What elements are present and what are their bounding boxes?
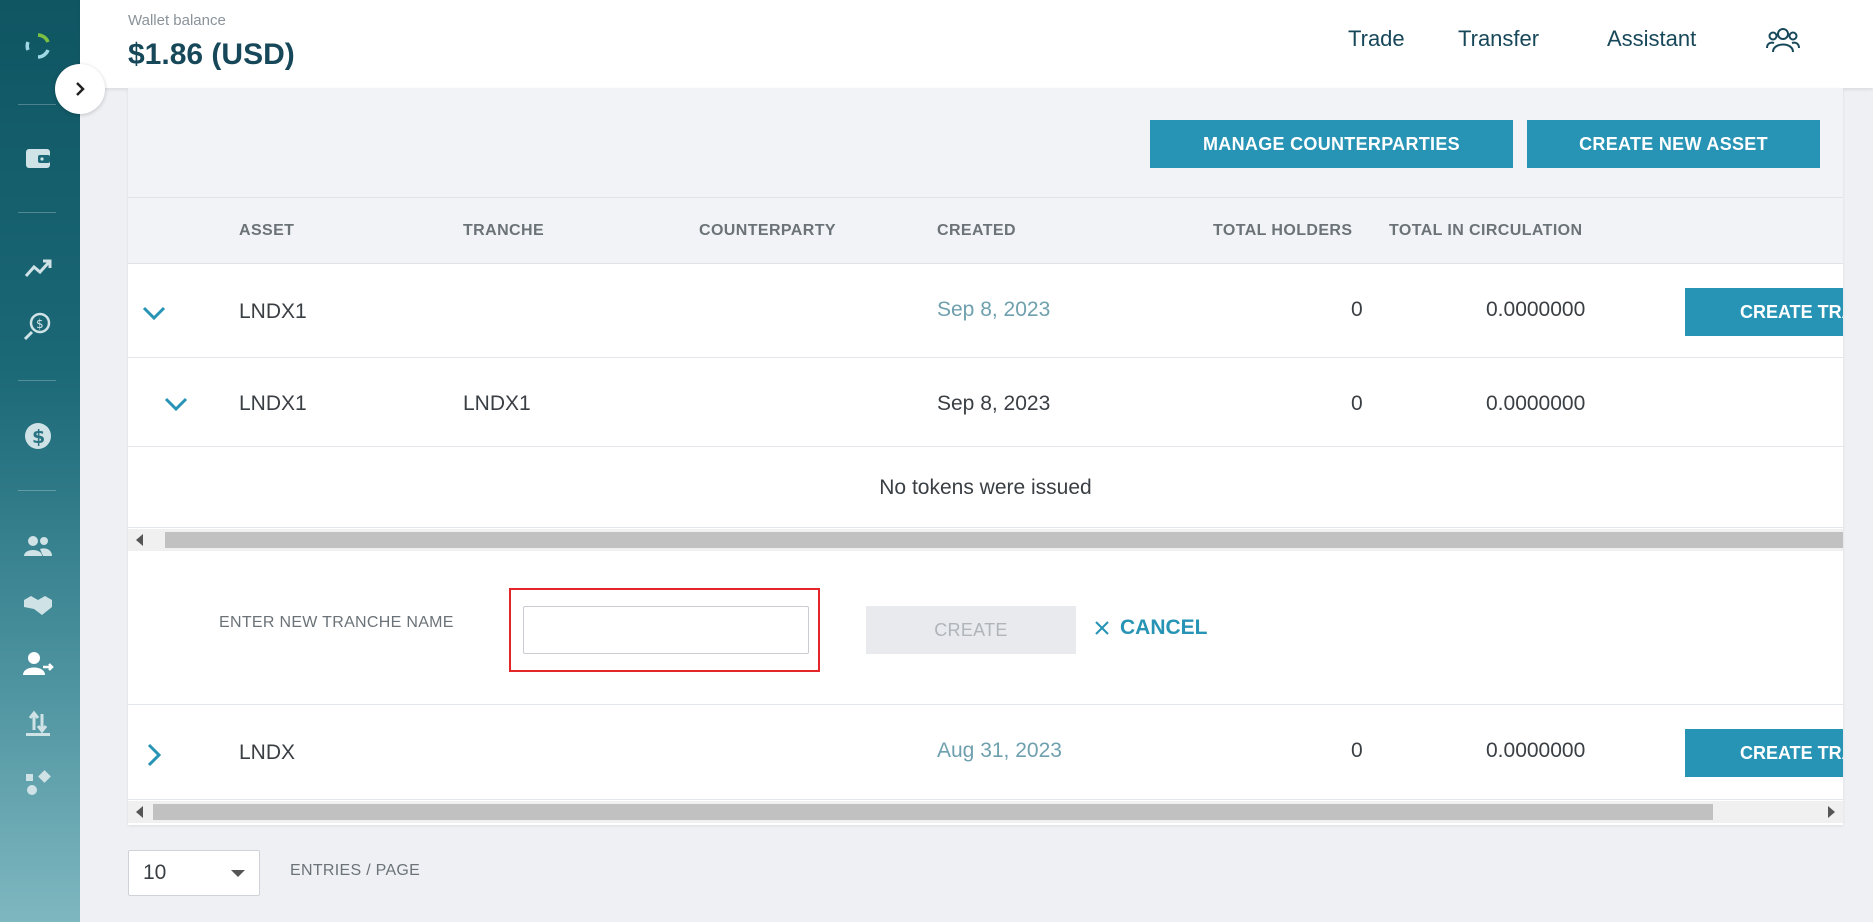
scroll-thumb[interactable] (153, 804, 1713, 820)
asset-name: LNDX1 (239, 300, 307, 323)
sidebar-divider (18, 212, 56, 213)
table-row: LNDX Aug 31, 2023 0 0.0000000 CREATE TRA… (128, 706, 1843, 800)
asset-name: LNDX1 (239, 392, 307, 415)
cancel-button[interactable]: CANCEL (1094, 616, 1208, 640)
tranche-name: LNDX1 (463, 392, 531, 415)
column-counterparty[interactable]: COUNTERPARTY (699, 222, 836, 240)
table-row: LNDX1 LNDX1 Sep 8, 2023 0 0.0000000 (128, 359, 1843, 447)
nav-trade[interactable]: Trade (1348, 26, 1405, 52)
total-in-circulation: 0.0000000 (1486, 298, 1586, 321)
outer-horizontal-scrollbar[interactable] (128, 801, 1843, 823)
handshake-icon[interactable] (20, 586, 56, 622)
scroll-right-arrow[interactable] (1828, 806, 1835, 818)
created-date: Aug 31, 2023 (937, 739, 1062, 762)
logo-icon[interactable] (20, 28, 56, 64)
users-icon[interactable] (20, 528, 56, 564)
sidebar-divider (18, 104, 56, 105)
entries-per-page-label: ENTRIES / PAGE (290, 862, 421, 879)
tranche-name-input[interactable] (523, 606, 809, 654)
shapes-icon[interactable] (20, 766, 56, 802)
scroll-left-arrow[interactable] (136, 534, 143, 546)
table-header: ASSET TRANCHE COUNTERPARTY CREATED TOTAL… (128, 198, 1843, 264)
inner-horizontal-scrollbar[interactable] (128, 529, 1843, 551)
nav-assistant[interactable]: Assistant (1607, 26, 1696, 52)
entries-per-page-value: 10 (143, 861, 167, 884)
upload-download-icon[interactable] (20, 706, 56, 742)
create-new-asset-button[interactable]: CREATE NEW ASSET (1527, 120, 1820, 168)
nav-transfer[interactable]: Transfer (1458, 26, 1539, 52)
total-in-circulation: 0.0000000 (1486, 392, 1586, 415)
growth-dollar-icon[interactable]: $ (20, 308, 56, 344)
sidebar-divider (18, 490, 56, 491)
manage-counterparties-button[interactable]: MANAGE COUNTERPARTIES (1150, 120, 1513, 168)
total-in-circulation: 0.0000000 (1486, 739, 1586, 762)
created-date: Sep 8, 2023 (937, 298, 1051, 321)
user-transfer-icon[interactable] (20, 646, 56, 682)
total-holders: 0 (1351, 298, 1363, 321)
close-icon (1095, 621, 1109, 635)
assets-panel: MANAGE COUNTERPARTIES CREATE NEW ASSET A… (128, 88, 1843, 825)
wallet-balance-label: Wallet balance (128, 12, 226, 29)
sidebar-expand-button[interactable] (55, 64, 105, 114)
scroll-thumb[interactable] (165, 532, 1843, 548)
trending-up-icon[interactable] (20, 250, 56, 286)
create-tranche-button[interactable]: CREATE TRANCHE (1685, 729, 1843, 777)
column-tranche[interactable]: TRANCHE (463, 222, 544, 240)
created-date: Sep 8, 2023 (937, 392, 1051, 415)
asset-name: LNDX (239, 741, 296, 764)
empty-tokens-row: No tokens were issued (128, 448, 1843, 528)
column-total-in-circulation[interactable]: TOTAL IN CIRCULATION (1389, 222, 1582, 240)
chevron-down-icon[interactable] (140, 299, 168, 327)
caret-down-icon (231, 870, 245, 877)
cancel-label: CANCEL (1120, 616, 1208, 639)
total-holders: 0 (1351, 739, 1363, 762)
tranche-name-label: ENTER NEW TRANCHE NAME (219, 614, 454, 631)
create-button[interactable]: CREATE (866, 606, 1076, 654)
table-row: LNDX1 Sep 8, 2023 0 0.0000000 CREATE TRA… (128, 265, 1843, 358)
assets-toolbar: MANAGE COUNTERPARTIES CREATE NEW ASSET (128, 88, 1843, 198)
total-holders: 0 (1351, 392, 1363, 415)
sidebar-divider (18, 380, 56, 381)
column-asset[interactable]: ASSET (239, 222, 294, 240)
wallet-icon[interactable] (20, 140, 56, 176)
team-icon[interactable] (1765, 22, 1801, 58)
svg-text:$: $ (32, 426, 45, 448)
wallet-balance-value: $1.86 (USD) (128, 38, 295, 71)
create-tranche-button[interactable]: CREATE TRANCHE (1685, 288, 1843, 336)
empty-message: No tokens were issued (879, 476, 1092, 499)
sidebar: $ $ (0, 0, 80, 922)
top-header: Wallet balance $1.86 (USD) Trade Transfe… (80, 0, 1873, 88)
dollar-icon[interactable]: $ (20, 418, 56, 454)
chevron-right-icon[interactable] (140, 741, 168, 769)
entries-per-page-select[interactable]: 10 (128, 850, 260, 896)
column-created[interactable]: CREATED (937, 222, 1016, 240)
scroll-left-arrow[interactable] (136, 806, 143, 818)
svg-text:$: $ (36, 317, 44, 331)
column-total-holders[interactable]: TOTAL HOLDERS (1213, 222, 1352, 240)
chevron-right-icon (76, 82, 85, 96)
chevron-down-icon[interactable] (162, 390, 190, 418)
